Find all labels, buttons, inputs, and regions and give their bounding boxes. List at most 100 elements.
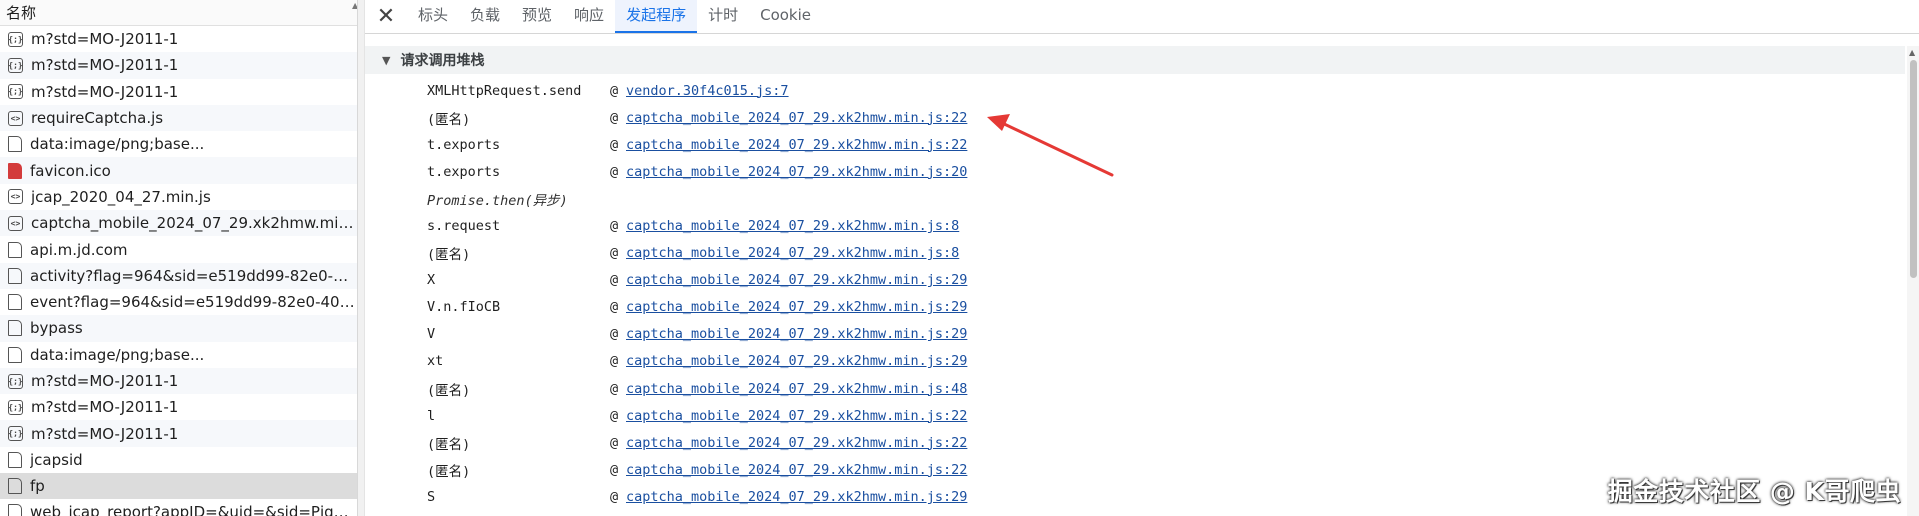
at-sign: @ [610,380,619,397]
at-sign: @ [610,353,619,370]
at-sign: @ [610,109,619,126]
request-row[interactable]: <> jcap_2020_04_27.min.js [0,184,357,210]
request-row[interactable]: {;} m?std=MO-J2011-1 [0,79,357,105]
tab-5[interactable]: 计时 [697,0,749,33]
xhr-icon: {;} [8,84,23,100]
source-link[interactable]: captcha_mobile_2024_07_29.xk2hmw.min.js:… [626,408,967,424]
request-row[interactable]: {;} m?std=MO-J2011-1 [0,52,357,79]
source-link[interactable]: captcha_mobile_2024_07_29.xk2hmw.min.js:… [626,381,967,397]
xhr-icon: {;} [8,373,23,389]
source-link[interactable]: captcha_mobile_2024_07_29.xk2hmw.min.js:… [626,272,967,288]
tab-0[interactable]: 标头 [407,0,459,33]
document-icon [8,267,22,284]
stack-frame: s.request @ captcha_mobile_2024_07_29.xk2h… [365,212,1905,239]
image-icon [8,346,22,363]
tab-6[interactable]: Cookie [749,0,822,33]
scrollbar-thumb[interactable] [1910,60,1917,278]
request-row[interactable]: event?flag=964&sid=e519dd99-82e0-40c4-8.… [0,289,357,315]
xhr-icon: {;} [8,57,23,73]
request-row[interactable]: bypass [0,315,357,342]
source-link[interactable]: captcha_mobile_2024_07_29.xk2hmw.min.js:… [626,462,967,478]
request-name: data:image/png;base... [30,345,205,364]
function-name: xt [427,353,444,370]
scroll-up-icon[interactable]: ▲ [1909,48,1915,57]
document-icon [8,478,22,495]
request-row[interactable]: {;} m?std=MO-J2011-1 [0,367,357,395]
request-row[interactable]: {;} m?std=MO-J2011-1 [0,26,357,52]
request-row[interactable]: <> requireCaptcha.js [0,104,357,132]
xhr-icon: {;} [8,31,23,47]
request-row[interactable]: web_jcap_report?appID=&uid=&sid=Pjgd8w..… [0,499,357,516]
pane-divider[interactable] [357,0,365,516]
at-sign: @ [610,136,619,153]
call-stack-title: 请求调用堆栈 [400,53,485,69]
document-icon [8,241,22,258]
document-icon [8,320,22,337]
request-row[interactable]: {;} m?std=MO-J2011-1 [0,394,357,420]
source-link[interactable]: captcha_mobile_2024_07_29.xk2hmw.min.js:… [626,137,967,153]
tab-2[interactable]: 预览 [511,0,563,33]
function-name: s.request [427,218,501,235]
source-link[interactable]: captcha_mobile_2024_07_29.xk2hmw.min.js:… [626,299,967,315]
request-name: m?std=MO-J2011-1 [31,82,179,101]
request-name: jcap_2020_04_27.min.js [31,187,211,206]
request-name: api.m.jd.com [30,240,128,259]
function-name: l [427,407,436,424]
request-row[interactable]: api.m.jd.com [0,236,357,262]
stack-frame: xt @ captcha_mobile_2024_07_29.xk2hmw.min.… [365,348,1905,375]
request-row[interactable]: data:image/png;base... [0,131,357,157]
request-row[interactable]: activity?flag=964&sid=e519dd99-82e0-40c4… [0,262,357,289]
stack-frame: (匿名) @ captcha_mobile_2024_07_29.xk2hmw.mi… [365,429,1905,456]
request-name: bypass [30,319,83,338]
at-sign: @ [610,272,619,289]
source-link[interactable]: captcha_mobile_2024_07_29.xk2hmw.min.js:… [626,489,967,505]
at-sign: @ [610,218,619,235]
request-row[interactable]: <> captcha_mobile_2024_07_29.xk2hmw.min.j… [0,210,357,237]
request-name: event?flag=964&sid=e519dd99-82e0-40c4-8.… [30,293,357,312]
source-link[interactable]: captcha_mobile_2024_07_29.xk2hmw.min.js:… [626,326,967,342]
document-icon [8,294,22,311]
source-link[interactable]: captcha_mobile_2024_07_29.xk2hmw.min.js:… [626,218,959,234]
triangle-down-icon[interactable]: ▼ [382,54,390,67]
stack-frame: Promise.then(异步) [365,185,1905,212]
source-link[interactable]: captcha_mobile_2024_07_29.xk2hmw.min.js:… [626,353,967,369]
request-row[interactable]: jcapsid [0,447,357,473]
source-link[interactable]: captcha_mobile_2024_07_29.xk2hmw.min.js:… [626,245,959,261]
source-link[interactable]: vendor.30f4c015.js:7 [626,83,789,99]
name-column-header[interactable]: 名称 [0,0,357,26]
function-name: (匿名) [427,382,471,399]
tab-3[interactable]: 响应 [563,0,615,33]
close-icon: ✕ [376,3,396,29]
request-name: captcha_mobile_2024_07_29.xk2hmw.min.js [31,214,357,233]
request-row[interactable]: favicon.ico [0,157,357,184]
function-name: t.exports [427,163,501,180]
request-name: m?std=MO-J2011-1 [31,398,179,417]
request-name: data:image/png;base... [30,135,205,154]
request-row[interactable]: {;} m?std=MO-J2011-1 [0,420,357,447]
request-row[interactable]: fp [0,473,357,500]
image-icon [8,136,22,153]
source-link[interactable]: captcha_mobile_2024_07_29.xk2hmw.min.js:… [626,435,967,451]
request-name: m?std=MO-J2011-1 [31,30,179,49]
xhr-icon: {;} [8,399,23,415]
source-link[interactable]: captcha_mobile_2024_07_29.xk2hmw.min.js:… [626,164,967,180]
tab-1[interactable]: 负载 [459,0,511,33]
request-list: {;} m?std=MO-J2011-1 {;} m?std=MO-J2011-1 {;… [0,26,357,516]
stack-frame: l @ captcha_mobile_2024_07_29.xk2hmw.min.j… [365,402,1905,429]
close-details-button[interactable]: ✕ [371,0,401,33]
tab-4[interactable]: 发起程序 [615,0,698,33]
stack-frame: (匿名) @ captcha_mobile_2024_07_29.xk2hmw.mi… [365,104,1905,131]
request-name: favicon.ico [30,161,111,180]
request-name: m?std=MO-J2011-1 [31,372,179,390]
document-icon [8,504,22,516]
at-sign: @ [610,434,619,451]
request-details-pane: ✕ 标头 负载 预览 响应 发起程序 计时 Cookie ▼ 请求调用堆栈 XMLHttpR… [365,0,1919,516]
call-stack-section-header[interactable]: ▼ 请求调用堆栈 [365,46,1905,74]
request-row[interactable]: data:image/png;base... [0,342,357,368]
request-name: m?std=MO-J2011-1 [31,56,179,75]
source-link[interactable]: captcha_mobile_2024_07_29.xk2hmw.min.js:… [626,110,967,126]
details-scrollbar[interactable]: ▲ [1907,46,1919,516]
stack-frame: V.n.fIoCB @ captcha_mobile_2024_07_29.xk2h… [365,294,1905,321]
request-name: jcapsid [30,450,83,469]
request-name: web_jcap_report?appID=&uid=&sid=Pjgd8w..… [30,503,357,516]
